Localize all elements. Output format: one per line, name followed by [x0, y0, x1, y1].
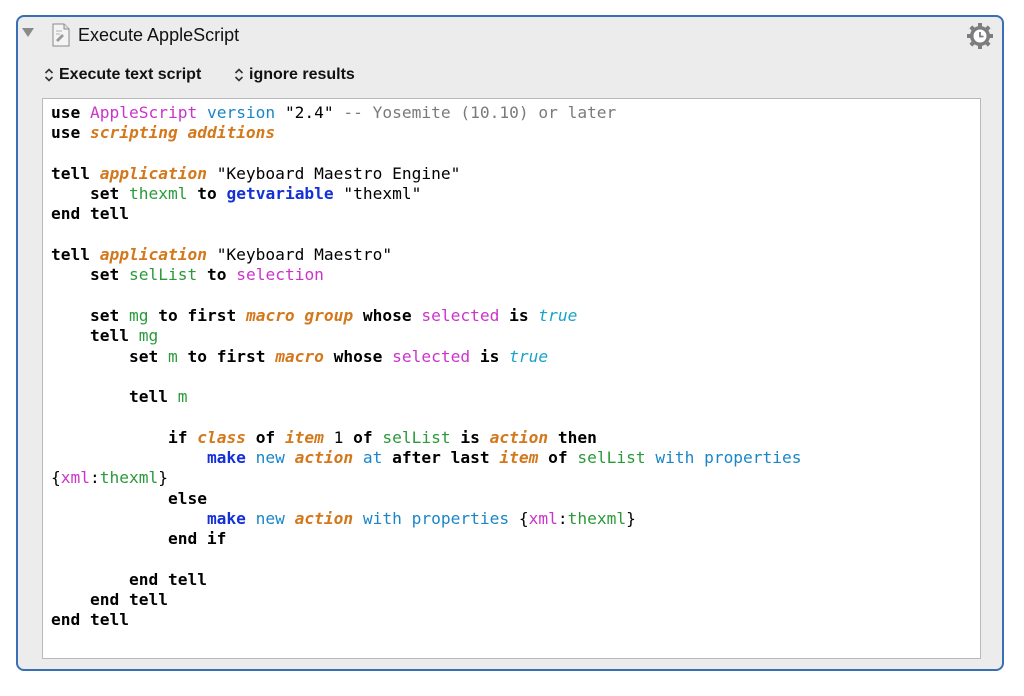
code-token: thexml [99, 468, 159, 488]
code-token: "2.4" [284, 103, 334, 122]
code-token: use [51, 103, 81, 122]
updown-chevron-icon [44, 68, 54, 82]
code-token: thexml [567, 508, 627, 528]
code-token: item [499, 448, 539, 468]
code-token: selList [382, 427, 451, 447]
code-token: then [557, 427, 597, 447]
code-token: xml [528, 508, 558, 528]
updown-chevron-icon [234, 68, 244, 82]
code-token: set [128, 346, 159, 366]
code-token: of [353, 427, 373, 447]
code-token: : [90, 468, 100, 488]
code-token: action [294, 448, 354, 468]
code-token: end tell [89, 590, 168, 610]
code-token: m [177, 387, 188, 407]
code-token: make [206, 508, 246, 528]
code-token: item [284, 427, 324, 447]
code-token: 1 [333, 427, 344, 447]
code-token: end tell [51, 204, 129, 224]
code-comment: -- Yosemite (10.10) or later [343, 103, 617, 122]
code-token: tell [51, 245, 90, 265]
code-token: to first [158, 305, 237, 325]
script-text[interactable]: use AppleScript version "2.4" -- Yosemit… [51, 103, 802, 631]
code-token: of [255, 427, 276, 447]
execute-mode-popup[interactable]: Execute text script [44, 66, 201, 84]
code-token: end tell [51, 610, 129, 630]
code-token: scripting additions [90, 123, 276, 143]
code-token: } [626, 508, 636, 528]
code-token: end if [167, 529, 227, 549]
code-token: new [255, 448, 285, 468]
code-token: is [460, 427, 480, 447]
code-token: whose [333, 346, 383, 366]
code-token: macro group [245, 305, 354, 325]
disclosure-triangle-icon[interactable] [22, 28, 34, 37]
code-token: of [548, 448, 568, 468]
code-token: with properties [362, 508, 510, 528]
code-token: : [557, 508, 568, 528]
code-token: selection [236, 265, 324, 285]
code-token: { [518, 508, 529, 528]
code-token: to [197, 184, 217, 204]
code-token: to first [187, 346, 266, 366]
code-token: version [206, 103, 276, 122]
code-token: tell [89, 326, 129, 346]
code-token: selected [392, 346, 471, 366]
code-token: true [509, 346, 549, 366]
code-token: application [99, 163, 207, 183]
code-token: action [489, 427, 549, 447]
code-token: selList [128, 265, 198, 285]
code-token: use [51, 123, 81, 143]
result-mode-popup[interactable]: ignore results [234, 66, 355, 84]
code-token: make [206, 448, 246, 468]
code-token: else [167, 488, 207, 508]
code-token: getvariable [226, 184, 334, 204]
code-token: xml [60, 468, 90, 488]
code-token: mg [128, 305, 149, 325]
code-token: application [99, 245, 207, 265]
code-token: "Keyboard Maestro Engine" [216, 163, 461, 183]
code-token: selList [577, 448, 646, 468]
code-token: set [89, 305, 120, 325]
script-icon [52, 23, 70, 47]
code-token: set [89, 184, 120, 204]
code-token: set [89, 265, 120, 285]
code-token: thexml [128, 184, 188, 204]
code-token: to [206, 265, 227, 285]
code-token: at [362, 448, 383, 468]
code-token: after last [392, 448, 490, 468]
code-token: "thexml" [343, 184, 422, 204]
code-token: { [51, 468, 61, 488]
code-token: mg [138, 326, 159, 346]
result-mode-label: ignore results [249, 66, 355, 83]
code-token: "Keyboard Maestro" [216, 245, 393, 265]
code-token: class [197, 427, 246, 447]
code-token: selected [421, 305, 500, 325]
code-token: macro [275, 346, 324, 366]
code-token: tell [51, 163, 90, 183]
action-title: Execute AppleScript [78, 25, 240, 45]
code-token: whose [362, 305, 412, 325]
code-token: true [538, 305, 578, 325]
code-token: action [294, 508, 354, 528]
gear-clock-icon[interactable] [966, 22, 994, 50]
code-token: m [167, 346, 178, 366]
execute-mode-label: Execute text script [59, 66, 202, 83]
code-token: new [255, 508, 285, 528]
code-token: end tell [128, 569, 207, 589]
code-token: AppleScript [90, 103, 198, 122]
code-token: if [167, 427, 188, 447]
code-token: is [479, 346, 500, 366]
code-token: } [158, 468, 168, 488]
code-token: tell [128, 387, 168, 407]
code-token: with properties [655, 448, 802, 468]
code-token: is [509, 305, 529, 325]
